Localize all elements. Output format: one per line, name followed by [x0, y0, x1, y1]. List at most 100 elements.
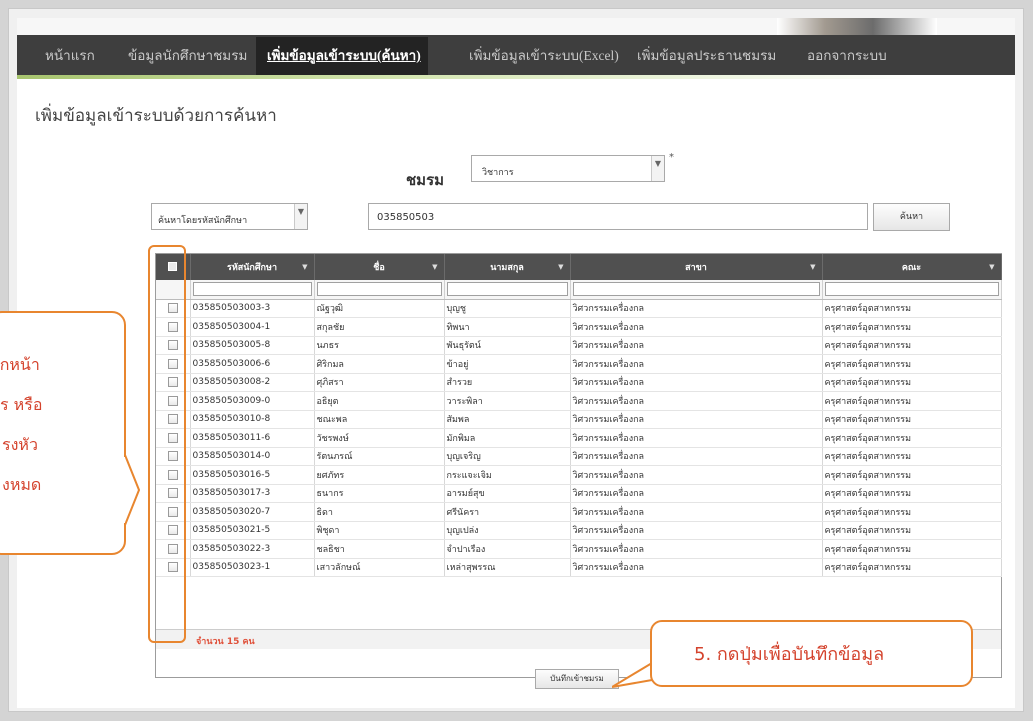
cell-major: วิศวกรรมเครื่องกล	[570, 336, 823, 355]
cell-last-name: บุญเจริญ	[444, 447, 571, 466]
cell-major: วิศวกรรมเครื่องกล	[570, 539, 823, 559]
cell-last-name: พันธุรัตน์	[444, 336, 571, 355]
cell-major: วิศวกรรมเครื่องกล	[570, 447, 823, 466]
chevron-down-icon[interactable]: ▼	[294, 204, 307, 229]
cell-major: วิศวกรรมเครื่องกล	[570, 410, 823, 429]
cell-last-name: กระแจะเจิม	[444, 465, 571, 485]
filter-input-first-name[interactable]	[316, 282, 442, 297]
table-row[interactable]: 035850503006-6 ศิริกมล ข้าอยู่ วิศวกรรมเครื…	[156, 354, 1002, 374]
callout-left-line: ร หรือ	[0, 395, 43, 414]
cell-first-name: ศิริกมล	[314, 354, 445, 374]
cell-major: วิศวกรรมเครื่องกล	[570, 521, 823, 540]
chevron-down-icon[interactable]: ▼	[651, 156, 664, 181]
cell-major: วิศวกรรมเครื่องกล	[570, 558, 823, 577]
cell-last-name: บุญเปล่ง	[444, 521, 571, 540]
column-header-student-id[interactable]: รหัสนักศึกษา ▼	[190, 254, 315, 280]
filter-input-faculty[interactable]	[824, 282, 999, 297]
nav-item-logout[interactable]: ออกจากระบบ	[807, 44, 887, 66]
cell-faculty: ครุศาสตร์อุตสาหกรรม	[822, 447, 1002, 466]
table-row[interactable]: 035850503009-0 อธิยุต วาระพิลา วิศวกรรมเครื…	[156, 391, 1002, 411]
column-header-last-name[interactable]: นามสกุล ▼	[444, 254, 571, 280]
cell-faculty: ครุศาสตร์อุตสาหกรรม	[822, 484, 1002, 503]
cell-first-name: ศุภิสรา	[314, 373, 445, 392]
cell-faculty: ครุศาสตร์อุตสาหกรรม	[822, 558, 1002, 577]
search-button[interactable]: ค้นหา	[873, 203, 950, 231]
table-row[interactable]: 035850503023-1 เสาวลักษณ์ เหล่าสุพรรณ วิศวก…	[156, 558, 1002, 577]
cell-faculty: ครุศาสตร์อุตสาหกรรม	[822, 373, 1002, 392]
club-select[interactable]: วิชาการ ▼	[471, 155, 665, 182]
table-row[interactable]: 035850503005-8 นภธร พันธุรัตน์ วิศวกรรมเครื…	[156, 336, 1002, 355]
column-header-faculty[interactable]: คณะ ▼	[822, 254, 1002, 280]
cell-student-id: 035850503010-8	[190, 410, 315, 429]
cell-student-id: 035850503011-6	[190, 428, 315, 448]
search-input[interactable]: 035850503	[368, 203, 868, 230]
required-mark: *	[669, 152, 674, 163]
column-header-major[interactable]: สาขา ▼	[570, 254, 823, 280]
nav-item-club-students[interactable]: ข้อมูลนักศึกษาชมรม	[128, 44, 247, 66]
nav-item-add-excel[interactable]: เพิ่มข้อมูลเข้าระบบ(Excel)	[469, 44, 619, 66]
cell-student-id: 035850503021-5	[190, 521, 315, 540]
cell-first-name: พิชุดา	[314, 521, 445, 540]
cell-student-id: 035850503014-0	[190, 447, 315, 466]
nav-item-add-president[interactable]: เพิ่มข้อมูลประธานชมรม	[637, 44, 776, 66]
cell-faculty: ครุศาสตร์อุตสาหกรรม	[822, 410, 1002, 429]
row-count-label: จำนวน 15 คน	[196, 637, 255, 647]
sort-down-icon[interactable]: ▼	[558, 263, 563, 271]
cell-faculty: ครุศาสตร์อุตสาหกรรม	[822, 391, 1002, 411]
callout-right: 5. กดปุ่มเพื่อบันทึกข้อมูล	[650, 620, 973, 687]
sort-down-icon[interactable]: ▼	[989, 263, 994, 271]
cell-last-name: ทิพนา	[444, 317, 571, 337]
search-type-select[interactable]: ค้นหาโดยรหัสนักศึกษา ▼	[151, 203, 308, 230]
sort-down-icon[interactable]: ▼	[810, 263, 815, 271]
cell-major: วิศวกรรมเครื่องกล	[570, 428, 823, 448]
nav-item-home[interactable]: หน้าแรก	[45, 44, 95, 66]
table-row[interactable]: 035850503008-2 ศุภิสรา สำรวย วิศวกรรมเครื่อ…	[156, 373, 1002, 392]
cell-student-id: 035850503005-8	[190, 336, 315, 355]
table-row[interactable]: 035850503021-5 พิชุดา บุญเปล่ง วิศวกรรมเครื…	[156, 521, 1002, 540]
cell-faculty: ครุศาสตร์อุตสาหกรรม	[822, 465, 1002, 485]
cell-first-name: สกุลชัย	[314, 317, 445, 337]
sort-down-icon[interactable]: ▼	[302, 263, 307, 271]
cell-major: วิศวกรรมเครื่องกล	[570, 465, 823, 485]
table-row[interactable]: 035850503014-0 รัตนภรณ์ บุญเจริญ วิศวกรรมเค…	[156, 447, 1002, 466]
cell-faculty: ครุศาสตร์อุตสาหกรรม	[822, 521, 1002, 540]
filter-input-last-name[interactable]	[446, 282, 568, 297]
cell-first-name: ธิดา	[314, 502, 445, 522]
filter-input-major[interactable]	[572, 282, 820, 297]
cell-faculty: ครุศาสตร์อุตสาหกรรม	[822, 428, 1002, 448]
cell-first-name: ธนากร	[314, 484, 445, 503]
cell-faculty: ครุศาสตร์อุตสาหกรรม	[822, 336, 1002, 355]
cell-student-id: 035850503003-3	[190, 299, 315, 318]
callout-right-pointer	[612, 662, 653, 688]
table-row[interactable]: 035850503010-8 ชณะพล สัมพล วิศวกรรมเครื่องก…	[156, 410, 1002, 429]
cell-student-id: 035850503023-1	[190, 558, 315, 577]
column-header-first-name[interactable]: ชื่อ ▼	[314, 254, 445, 280]
cell-last-name: เหล่าสุพรรณ	[444, 558, 571, 577]
cell-first-name: อธิยุต	[314, 391, 445, 411]
table-row[interactable]: 035850503020-7 ธิดา ศรีนัครา วิศวกรรมเครื่อ…	[156, 502, 1002, 522]
cell-last-name: ข้าอยู่	[444, 354, 571, 374]
cell-first-name: ณัฐวุฒิ	[314, 299, 445, 318]
filter-input-student-id[interactable]	[192, 282, 312, 297]
sort-down-icon[interactable]: ▼	[432, 263, 437, 271]
table-row[interactable]: 035850503022-3 ชลธิชา จำปาเรือง วิศวกรรมเคร…	[156, 539, 1002, 559]
save-to-club-button[interactable]: บันทึกเข้าชมรม	[535, 669, 619, 689]
club-select-value: วิชาการ	[482, 168, 514, 178]
table-row[interactable]: 035850503016-5 ยศภัทร กระแจะเจิม วิศวกรรมเค…	[156, 465, 1002, 485]
header-photo	[777, 18, 937, 35]
table-row[interactable]: 035850503003-3 ณัฐวุฒิ บุญชู วิศวกรรมเครื่อ…	[156, 299, 1002, 318]
cell-first-name: เสาวลักษณ์	[314, 558, 445, 577]
grid-body: 035850503003-3 ณัฐวุฒิ บุญชู วิศวกรรมเครื่อ…	[156, 299, 1002, 577]
cell-major: วิศวกรรมเครื่องกล	[570, 484, 823, 503]
cell-student-id: 035850503016-5	[190, 465, 315, 485]
cell-last-name: บุญชู	[444, 299, 571, 318]
table-row[interactable]: 035850503004-1 สกุลชัย ทิพนา วิศวกรรมเครื่อ…	[156, 317, 1002, 337]
nav-item-add-search[interactable]: เพิ่มข้อมูลเข้าระบบ(ค้นหา)	[267, 44, 421, 66]
page-title: เพิ่มข้อมูลเข้าระบบด้วยการค้นหา	[35, 106, 277, 125]
callout-left-line: ถูกหน้า	[0, 355, 40, 374]
table-row[interactable]: 035850503011-6 วัชรพงษ์ มักพิมล วิศวกรรมเคร…	[156, 428, 1002, 448]
student-grid: รหัสนักศึกษา ▼ ชื่อ ▼ นามสกุล ▼ สาขา ▼ คณะ ▼ …	[155, 253, 1002, 678]
table-row[interactable]: 035850503017-3 ธนากร อารมย์สุข วิศวกรรมเครื…	[156, 484, 1002, 503]
cell-major: วิศวกรรมเครื่องกล	[570, 299, 823, 318]
cell-faculty: ครุศาสตร์อุตสาหกรรม	[822, 502, 1002, 522]
